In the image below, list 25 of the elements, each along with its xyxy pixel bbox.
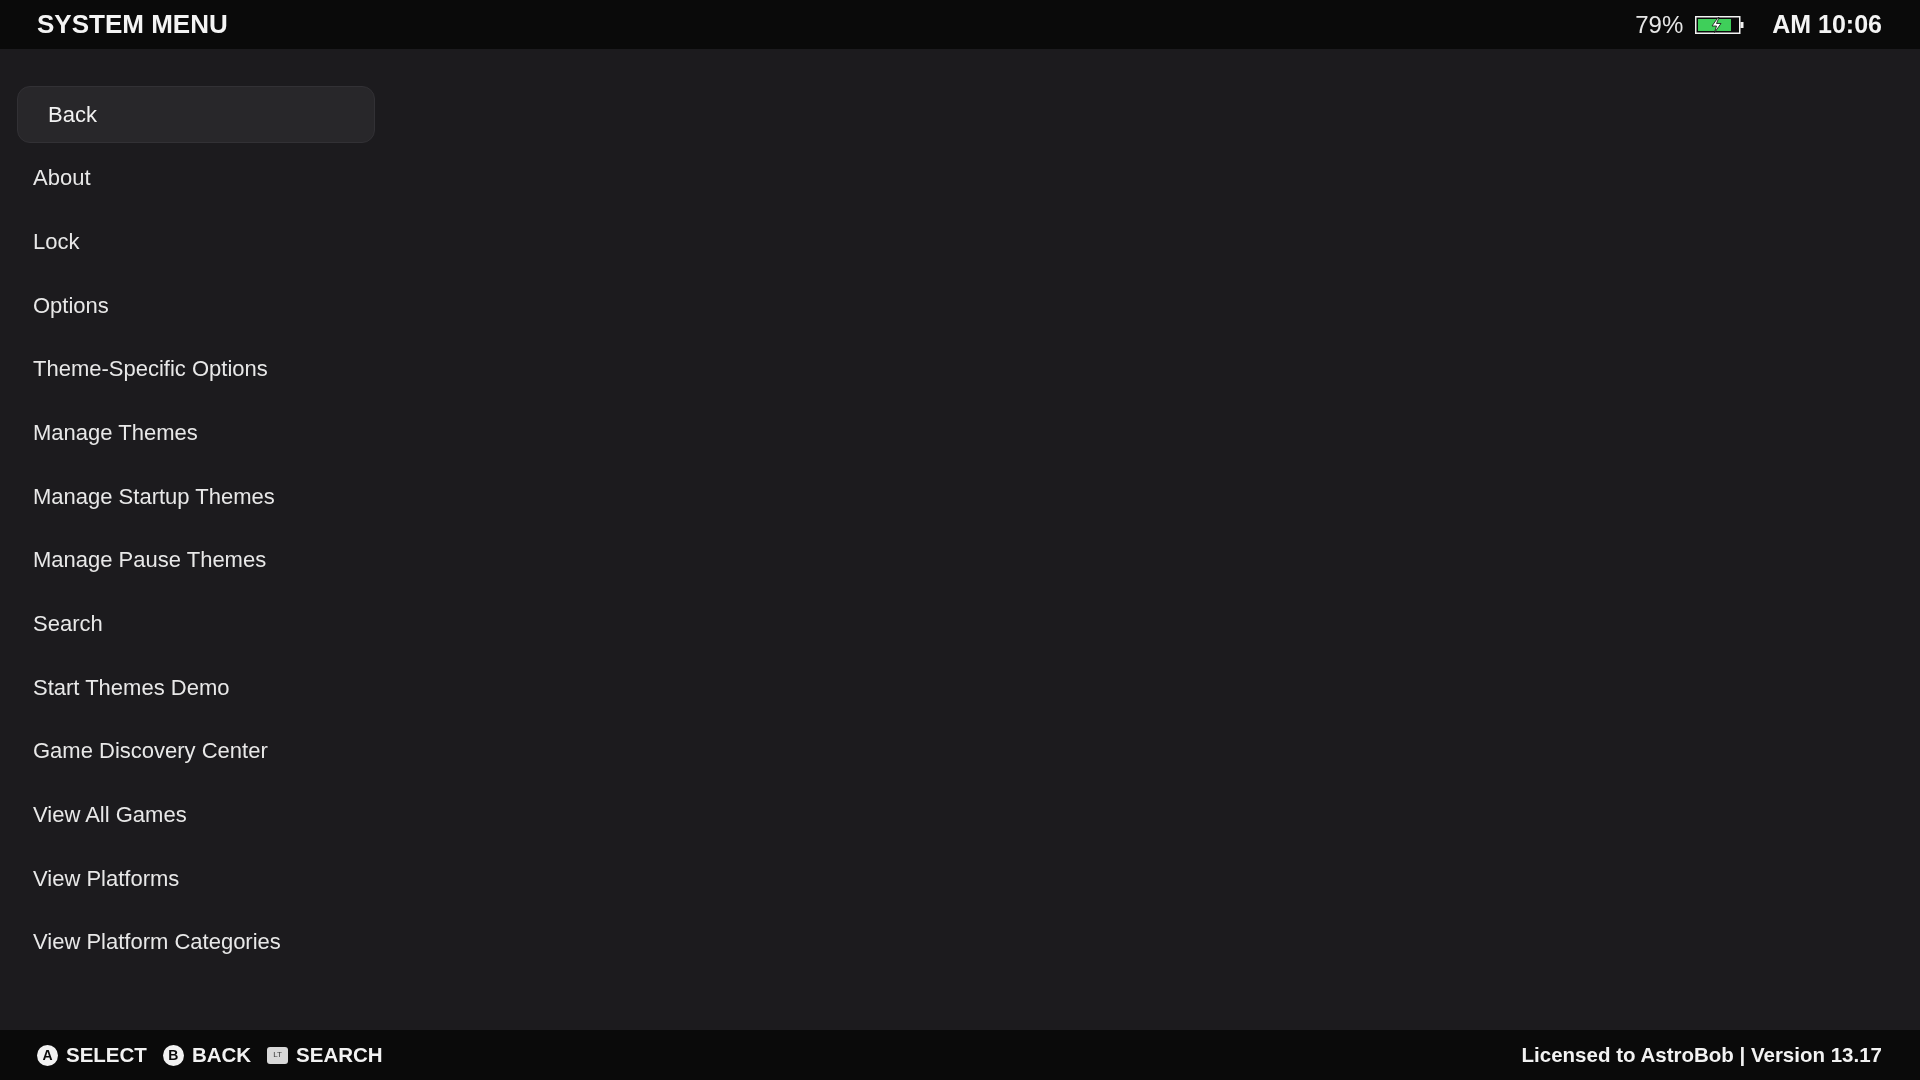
menu-item[interactable]: About bbox=[33, 163, 91, 194]
menu-item[interactable]: Game Discovery Center bbox=[33, 736, 268, 767]
clock-time: AM 10:06 bbox=[1772, 10, 1882, 39]
menu-item[interactable]: View Platforms bbox=[33, 863, 180, 894]
battery-percent: 79% bbox=[1635, 10, 1684, 39]
controller-button-icon: A bbox=[37, 1044, 58, 1066]
screen-title: SYSTEM MENU bbox=[37, 9, 228, 40]
menu-item[interactable]: Start Themes Demo bbox=[33, 672, 230, 703]
button-hint-label: BACK bbox=[191, 1043, 252, 1067]
menu-item[interactable]: Manage Themes bbox=[33, 417, 198, 448]
menu-item[interactable]: Back bbox=[17, 86, 375, 143]
menu-item[interactable]: Theme-Specific Options bbox=[33, 354, 268, 385]
controller-button-icon: B bbox=[162, 1044, 184, 1066]
menu-item[interactable]: Manage Startup Themes bbox=[33, 481, 275, 512]
menu-item[interactable]: Search bbox=[33, 609, 103, 639]
charging-battery-icon bbox=[1695, 15, 1745, 34]
button-hint-label: SEARCH bbox=[296, 1043, 383, 1067]
license-version-text: Licensed to AstroBob | Version 13.17 bbox=[1521, 1043, 1882, 1067]
menu-item[interactable]: View All Games bbox=[33, 800, 187, 831]
menu-item[interactable]: Manage Pause Themes bbox=[33, 545, 267, 576]
button-hint-label: SELECT bbox=[66, 1043, 147, 1067]
menu-item[interactable]: Lock bbox=[33, 226, 80, 257]
trigger-button-icon: LT bbox=[267, 1046, 289, 1064]
menu-item[interactable]: View Platform Categories bbox=[33, 927, 281, 958]
menu-item[interactable]: Options bbox=[33, 290, 109, 321]
